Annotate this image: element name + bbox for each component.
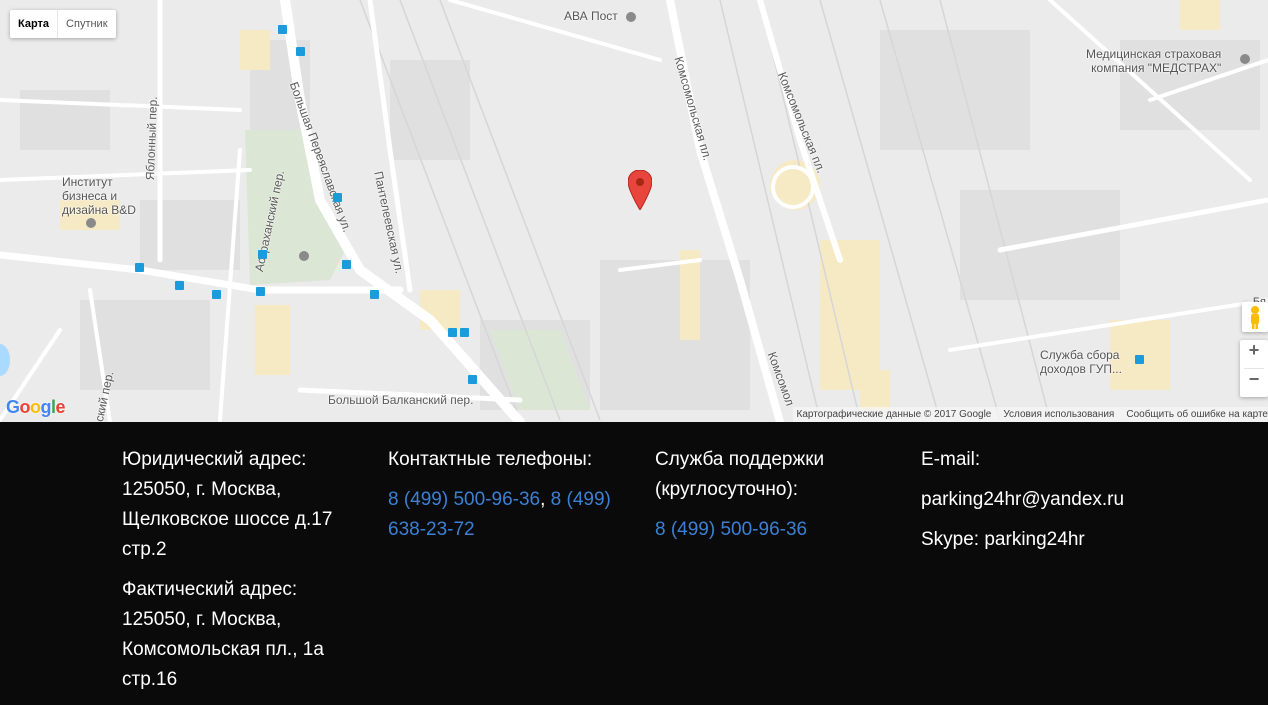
actual-address: Фактический адрес: 125050, г. Москва, Ко…	[122, 575, 362, 695]
zoom-control: + −	[1240, 340, 1268, 397]
transit-icons	[86, 12, 1250, 384]
zoom-in-button[interactable]: +	[1240, 340, 1268, 368]
location-pin-icon[interactable]	[628, 170, 652, 210]
address-column: Юридический адрес: 125050, г. Москва, Ще…	[122, 445, 362, 705]
actual-address-value: 125050, г. Москва, Комсомольская пл., 1а…	[122, 609, 324, 690]
terms-of-use-link[interactable]: Условия использования	[1003, 407, 1114, 422]
report-error-link[interactable]: Сообщить об ошибке на карте	[1126, 407, 1268, 422]
legal-address: Юридический адрес: 125050, г. Москва, Ще…	[122, 445, 362, 565]
street-view-pegman-icon[interactable]	[1242, 302, 1268, 332]
skype-value[interactable]: Skype: parking24hr	[921, 525, 1221, 555]
map-data-credit: Картографические данные © 2017 Google	[796, 409, 992, 420]
email-title: E-mail:	[921, 449, 981, 470]
legal-address-title: Юридический адрес:	[122, 449, 307, 470]
phones-list: 8 (499) 500-96-36, 8 (499) 638-23-72	[388, 485, 638, 545]
footer: Юридический адрес: 125050, г. Москва, Ще…	[0, 422, 1268, 690]
email-value[interactable]: parking24hr@yandex.ru	[921, 485, 1221, 515]
phones-title: Контактные телефоны:	[388, 449, 593, 470]
phones-column: Контактные телефоны: 8 (499) 500-96-36, …	[388, 445, 638, 555]
map[interactable]: Карта Спутник АВА Пост Медицинская страх…	[0, 0, 1268, 422]
google-logo[interactable]: Google	[6, 397, 66, 418]
support-column: Служба поддержки (круглосуточно): 8 (499…	[655, 445, 905, 555]
support-title: Служба поддержки (круглосуточно):	[655, 449, 825, 500]
phone-separator: ,	[540, 489, 546, 510]
actual-address-title: Фактический адрес:	[122, 579, 298, 600]
zoom-out-button[interactable]: −	[1240, 369, 1268, 397]
support-phone-wrap: 8 (499) 500-96-36	[655, 515, 905, 545]
support-phone-link[interactable]: 8 (499) 500-96-36	[655, 519, 807, 540]
legal-address-value: 125050, г. Москва, Щелковское шоссе д.17…	[122, 479, 333, 560]
contacts-column: E-mail: parking24hr@yandex.ru Skype: par…	[921, 445, 1221, 565]
map-attribution: Картографические данные © 2017 Google Ус…	[792, 407, 1268, 422]
phone-link-1[interactable]: 8 (499) 500-96-36	[388, 489, 540, 510]
